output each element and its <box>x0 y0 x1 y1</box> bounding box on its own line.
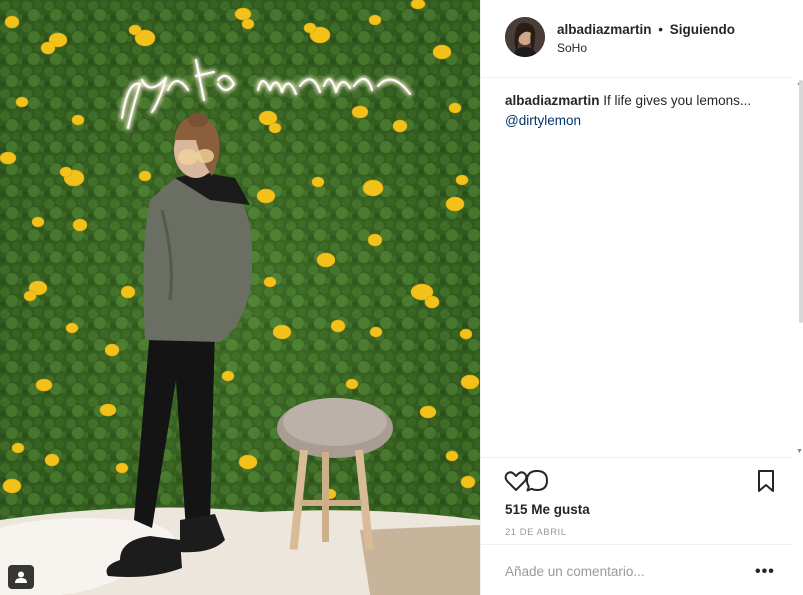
post-caption: albadiazmartin If life gives you lemons.… <box>505 91 775 131</box>
likes-count[interactable]: 515 Me gusta <box>505 502 590 517</box>
photo-scene <box>0 0 480 595</box>
scroll-down-arrow[interactable]: ▼ <box>796 448 803 455</box>
user-tag-button[interactable] <box>8 565 34 589</box>
caption-text: If life gives you lemons... <box>603 93 752 108</box>
header-line: albadiazmartin • Siguiendo <box>557 22 735 37</box>
caption-mention-link[interactable]: @dirtylemon <box>505 111 775 131</box>
header-username[interactable]: albadiazmartin <box>557 22 652 37</box>
avatar-image <box>505 17 545 57</box>
more-options-button[interactable]: ••• <box>755 563 775 581</box>
post-modal: albadiazmartin • Siguiendo SoHo albadiaz… <box>0 0 803 595</box>
post-photo[interactable] <box>0 0 480 595</box>
post-actions: 515 Me gusta 21 DE ABRIL <box>481 457 792 547</box>
comment-form: ••• <box>481 544 792 595</box>
post-date[interactable]: 21 DE ABRIL <box>505 527 566 538</box>
location-link[interactable]: SoHo <box>557 41 587 55</box>
follow-status-button[interactable]: Siguiendo <box>670 22 735 37</box>
caption-username[interactable]: albadiazmartin <box>505 93 600 108</box>
comment-input[interactable] <box>505 564 745 579</box>
bookmark-icon[interactable] <box>753 468 779 494</box>
header-separator: • <box>658 22 664 37</box>
profile-avatar[interactable] <box>505 17 545 57</box>
post-header: albadiazmartin • Siguiendo SoHo <box>481 0 792 78</box>
comment-icon[interactable] <box>524 468 550 494</box>
post-details-panel: albadiazmartin • Siguiendo SoHo albadiaz… <box>480 0 803 595</box>
comments-scrollbar[interactable] <box>799 80 803 323</box>
user-tag-icon <box>15 571 27 583</box>
